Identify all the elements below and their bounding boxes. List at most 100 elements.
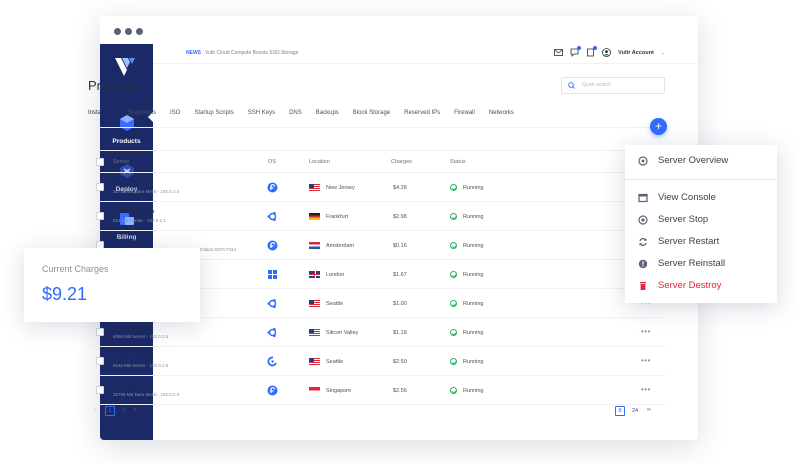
server-details: 32768 MB Bare Metal - 192.0.2.0 [113,392,180,397]
charges-cell: $0.16 [393,243,407,249]
tab-dns[interactable]: DNS [289,110,302,128]
menu-server-destroy[interactable]: Server Destroy [625,278,777,298]
row-actions-button[interactable]: ••• [641,385,651,394]
row-actions-button[interactable]: ••• [641,327,651,336]
charges-cell: $4.28 [393,185,407,191]
stop-icon [638,215,648,225]
ubuntu-icon [267,327,278,340]
server-name[interactable]: Bare Metal [113,383,179,389]
reinstall-icon [638,259,648,269]
check-circle-icon [450,300,457,307]
status-label: Running [463,271,484,278]
page-1-button[interactable]: 1 [105,406,115,416]
per-page-8-button[interactable]: 8 [615,406,625,416]
restart-icon [639,237,647,247]
server-name[interactable]: Cloud Instance [113,325,168,331]
table-row[interactable]: Bare Metal 32768 MB Bare Metal - 192.0.2.… [88,173,665,202]
flag-de-icon [309,213,326,220]
tab-block-storage[interactable]: Block Storage [353,110,390,128]
row-checkbox[interactable] [96,183,104,191]
mail-icon[interactable] [554,48,564,57]
tab-backups[interactable]: Backups [316,110,339,128]
search-input[interactable]: Quick search [561,77,665,94]
tab-startup-scripts[interactable]: Startup Scripts [194,110,233,128]
news-text: Vultr Cloud Compute Boosts SSD Storage [205,50,299,56]
row-actions-button[interactable]: ••• [641,356,651,365]
menu-server-overview[interactable]: Server Overview [625,153,777,173]
notification-dot [593,46,598,50]
next-page-button[interactable]: › [134,407,136,413]
menu-item-label: Server Overview [658,155,729,166]
check-circle-icon [450,213,457,220]
server-name[interactable]: Cloud Instance [113,354,168,360]
row-checkbox[interactable] [96,212,104,220]
trash-icon [640,282,646,290]
per-page-all-button[interactable]: ∞ [647,407,651,413]
select-all-checkbox[interactable] [96,158,104,166]
location-cell: New Jersey [309,184,355,191]
server-name[interactable]: Cloud Instance [113,238,236,244]
check-circle-icon [450,358,457,365]
table-row[interactable]: Bare Metal 32768 MB Bare Metal - 192.0.2.… [88,376,665,405]
per-page-24-button[interactable]: 24 [632,408,638,414]
server-name[interactable]: Cloud Database [113,209,166,215]
status-label: Running [463,242,484,249]
window-titlebar [100,16,698,44]
current-charges-card: Current Charges $9.21 [24,248,200,322]
add-server-button[interactable]: + [650,118,667,135]
vultr-logo[interactable] [115,56,139,78]
status-cell: Running [450,271,484,278]
notes-icon[interactable] [586,46,598,57]
menu-item-label: Server Restart [658,236,720,247]
console-icon [638,193,648,203]
menu-server-restart[interactable]: Server Restart [625,234,777,254]
tab-ssh-keys[interactable]: SSH Keys [248,110,275,128]
menu-server-stop[interactable]: Server Stop [625,212,777,232]
ubuntu-icon [267,298,278,311]
window-dot[interactable] [125,28,132,35]
server-details: 8192 MB Server - 192.0.2.6 [113,363,169,368]
server-cell: Bare Metal 32768 MB Bare Metal - 192.0.2.… [113,180,179,194]
menu-view-console[interactable]: View Console [625,190,777,210]
table-row[interactable]: Cloud Database 512 MB Server - 192.0.2.1 F… [88,202,665,231]
location-cell: London [309,271,344,278]
chat-icon[interactable] [570,46,582,57]
topbar-actions: Vultr Account ⌄ [554,46,665,57]
menu-server-reinstall[interactable]: Server Reinstall [625,256,777,276]
news-banner[interactable]: NEWS Vultr Cloud Compute Boosts SSD Stora… [186,50,298,56]
server-context-menu: Server Overview View Console Server Stop… [625,145,777,303]
prev-page-button[interactable]: ‹ [94,407,96,413]
chevron-down-icon[interactable]: ⌄ [661,50,665,56]
page-title: Products [88,78,140,93]
row-checkbox[interactable] [96,328,104,336]
server-cell: Cloud Instance 8192 MB Server - 192.0.2.6 [113,354,168,368]
status-cell: Running [450,242,484,249]
tab-reserved-ips[interactable]: Reserved IPs [404,110,440,128]
location-name: London [326,271,345,278]
tab-snapshots[interactable]: Snapshots [128,110,156,128]
tab-instances[interactable]: Instances [88,110,114,128]
table-row[interactable]: Cloud Instance 8192 MB Server - 192.0.2.6… [88,347,665,376]
row-checkbox[interactable] [96,357,104,365]
table-row[interactable]: Cloud Instance 4096 MB Server - 192.0.2.5… [88,318,665,347]
flag-us-icon [309,300,326,307]
search-icon [568,82,575,89]
tab-firewall[interactable]: Firewall [454,110,475,128]
account-label[interactable]: Vultr Account [618,50,654,56]
check-circle-icon [450,329,457,336]
menu-item-label: View Console [658,192,716,203]
charges-cell: $1.00 [393,301,407,307]
user-icon[interactable] [602,48,612,57]
header-charges: Charges [391,159,412,165]
tab-networks[interactable]: Networks [489,110,514,128]
server-cell: Cloud Database 512 MB Server - 192.0.2.1 [113,209,166,223]
tab-iso[interactable]: ISO [170,110,180,128]
ubuntu-icon [267,211,278,224]
row-checkbox[interactable] [96,386,104,394]
server-name[interactable]: Bare Metal [113,180,179,186]
menu-divider [625,179,777,180]
window-dot[interactable] [114,28,121,35]
window-dot[interactable] [136,28,143,35]
page-2-button[interactable]: 2 [122,408,125,414]
location-cell: Frankfurt [309,213,348,220]
